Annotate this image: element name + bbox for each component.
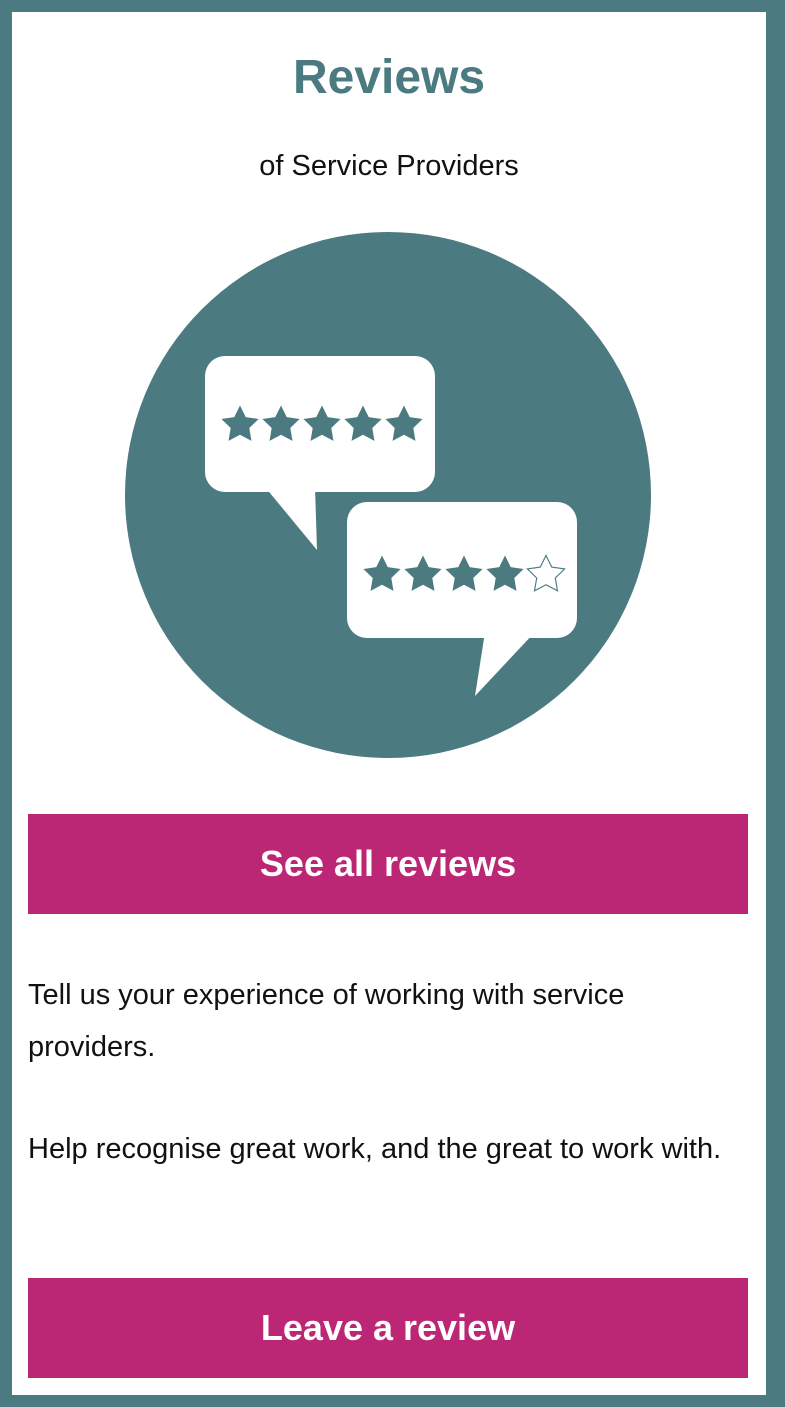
illustration-background [125,232,651,758]
reviews-card: Reviews of Service Providers See all rev… [12,12,766,1395]
speech-bubbles-star-rating-icon [125,232,651,758]
encouragement-paragraph: Help recognise great work, and the great… [28,1133,722,1165]
page-title: Reviews [292,51,486,104]
leave-review-button[interactable]: Leave a review [28,1278,748,1378]
page-subtitle: of Service Providers [259,150,519,182]
see-all-reviews-button[interactable]: See all reviews [28,814,748,914]
intro-paragraph: Tell us your experience of working with … [28,979,625,1063]
